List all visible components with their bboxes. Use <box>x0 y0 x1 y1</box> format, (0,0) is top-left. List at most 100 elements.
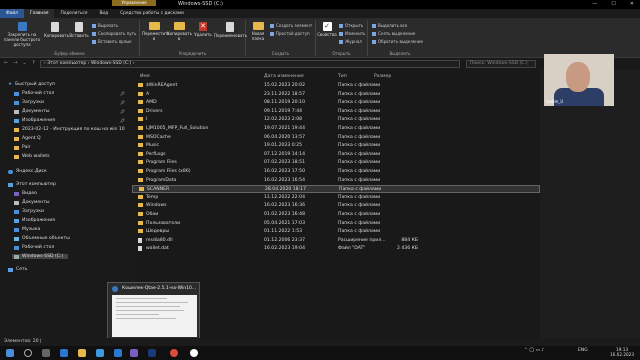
sidebar-item-downloads[interactable]: Загрузки <box>14 100 44 105</box>
webcam-name-label: vadim_U <box>546 99 564 104</box>
search-input[interactable]: Поиск: Windows-SSD (C:) <box>466 60 536 68</box>
tab-file[interactable]: Файл <box>0 9 24 18</box>
delete-button[interactable]: ✕ Удалить <box>193 22 213 37</box>
app-icon[interactable] <box>130 349 138 357</box>
app-icon[interactable] <box>148 349 156 357</box>
new-folder-button[interactable]: Новая папка <box>248 22 268 41</box>
sidebar-item-folder[interactable]: 2023-02-12 - Инструкция по кош на win 10 <box>14 127 125 132</box>
sidebar-item-windows-ssd[interactable]: Windows-SSD (C:) <box>12 254 68 259</box>
download-icon <box>14 209 19 214</box>
table-row[interactable]: msdia80.dll 01.12.2006 23:37 Расширение пр… <box>132 237 540 245</box>
select-all-button[interactable]: Выделить все <box>372 23 407 28</box>
pin-quick-access-button[interactable]: Закрепить на панели быстрого доступа <box>2 22 42 47</box>
column-header-name[interactable]: Имя <box>140 74 150 79</box>
up-arrow-icon[interactable]: ↑ <box>32 60 36 66</box>
minimize-button[interactable]: — <box>592 1 597 7</box>
zoom-icon[interactable] <box>190 349 198 357</box>
sidebar-item-desktop-pc[interactable]: Рабочий стол <box>14 245 54 250</box>
history-button[interactable]: Журнал <box>339 39 362 44</box>
table-row[interactable]: Шедевры 01.11.2022 1:53 Папка с файлами <box>132 228 540 236</box>
sidebar-item-downloads-pc[interactable]: Загрузки <box>14 209 44 214</box>
new-item-button[interactable]: Создать элемент <box>270 23 312 28</box>
sidebar-item-network[interactable]: Сеть <box>8 267 27 272</box>
sidebar-item-documents[interactable]: Документы <box>14 109 50 114</box>
sidebar-item-pictures[interactable]: Изображения <box>14 118 55 123</box>
sidebar-item-desktop[interactable]: Рабочий стол <box>14 91 54 96</box>
sidebar-item-documents-pc[interactable]: Документы <box>14 200 50 205</box>
tab-view[interactable]: Вид <box>93 9 114 18</box>
store-icon[interactable] <box>96 349 104 357</box>
table-row[interactable]: Обои 01.02.2023 16:48 Папка с файлами <box>132 211 540 219</box>
system-clock[interactable]: 19:13 16.02.2023 <box>610 347 634 357</box>
copy-path-button[interactable]: Скопировать путь <box>92 31 136 36</box>
language-indicator[interactable]: ENG <box>578 348 588 353</box>
open-button[interactable]: Открыть <box>339 23 363 28</box>
copy-to-button[interactable]: Копировать в <box>167 22 192 41</box>
forward-arrow-icon[interactable]: → <box>13 60 17 66</box>
table-row[interactable]: MSOCache 06.04.2020 13:57 Папка с файлами <box>132 134 540 142</box>
paste-button[interactable]: Вставить <box>68 22 90 38</box>
group-label-open: Открыть <box>332 51 351 56</box>
table-row[interactable]: A 23.11.2022 18:57 Папка с файлами <box>132 91 540 99</box>
address-field[interactable]: › Этот компьютер › Windows-SSD (C:) › <box>40 60 460 68</box>
select-none-button[interactable]: Снять выделение <box>372 31 415 36</box>
sidebar-item-folder[interactable]: Agent Q <box>14 136 41 141</box>
back-arrow-icon[interactable]: ← <box>4 60 8 66</box>
edit-button[interactable]: Изменить <box>339 31 366 36</box>
table-row[interactable]: Music 19.01.2023 0:25 Папка с файлами <box>132 142 540 150</box>
music-icon <box>14 227 19 232</box>
table-row[interactable]: Пользователи 05.04.2021 17:03 Папка с файл… <box>132 220 540 228</box>
file-date: 07.02.2023 18:51 <box>264 160 306 166</box>
sidebar-item-yandex-disk[interactable]: Яндекс.Диск <box>8 169 47 174</box>
table-row[interactable]: SCANNER 28.04.2020 18:17 Папка с файлами <box>132 185 540 194</box>
table-row[interactable]: ProgramData 16.02.2023 16:54 Папка с файла… <box>132 177 540 185</box>
cut-button[interactable]: Вырезать <box>92 23 118 28</box>
taskbar-thumbnail-preview[interactable]: Кошелек-Qtae-2.5.1-на-Win10... <box>107 282 200 340</box>
tray-icons[interactable]: ⌃ ◯ ▭ ♪ <box>524 348 544 353</box>
sidebar-item-pictures-pc[interactable]: Изображения <box>14 218 55 223</box>
column-header-type[interactable]: Тип <box>338 74 347 79</box>
task-view-icon[interactable] <box>42 349 50 357</box>
start-windows-icon[interactable] <box>6 349 14 357</box>
browser-icon[interactable] <box>114 349 122 357</box>
table-row[interactable]: Temp 11.12.2022 22:04 Папка с файлами <box>132 194 540 202</box>
context-tab-manage[interactable]: Управление <box>112 0 156 6</box>
properties-button[interactable]: ✓ Свойства <box>317 22 337 37</box>
paste-shortcut-button[interactable]: Вставить ярлык <box>92 39 132 44</box>
close-button[interactable]: ✕ <box>630 1 634 7</box>
sidebar-item-folder[interactable]: Pair <box>14 145 31 150</box>
file-explorer-icon[interactable] <box>78 349 86 357</box>
table-row[interactable]: Windows 16.02.2023 16:36 Папка с файлами <box>132 202 540 210</box>
tab-share[interactable]: Поделиться <box>54 9 93 18</box>
sidebar-item-music[interactable]: Музыка <box>14 227 40 232</box>
chevron-down-icon[interactable]: ⌄ <box>22 60 26 66</box>
sidebar-item-folder[interactable]: Web wallets <box>14 154 50 159</box>
column-header-date[interactable]: Дата изменения <box>264 74 304 79</box>
move-to-button[interactable]: Переместить в <box>142 22 170 41</box>
table-row[interactable]: AMD 08.11.2019 20:10 Папка с файлами <box>132 99 540 107</box>
easy-access-button[interactable]: Простой доступ <box>270 31 310 36</box>
table-row[interactable]: Drivers 09.11.2019 7:44 Папка с файлами <box>132 108 540 116</box>
invert-selection-button[interactable]: Обратить выделение <box>372 39 423 44</box>
chrome-icon[interactable] <box>170 349 178 357</box>
column-header-size[interactable]: Размер <box>374 74 391 79</box>
copy-button[interactable]: Копировать <box>44 22 69 38</box>
tab-home[interactable]: Главная <box>23 9 55 18</box>
table-row[interactable]: I 12.02.2023 2:08 Папка с файлами <box>132 116 540 124</box>
edge-icon[interactable] <box>60 349 68 357</box>
table-row[interactable]: Program Files 07.02.2023 18:51 Папка с фай… <box>132 159 540 167</box>
rename-button[interactable]: Переименовать <box>214 22 247 38</box>
sidebar-item-3d-objects[interactable]: Объемные объекты <box>14 236 70 241</box>
table-row[interactable]: $WinREAgent 15.02.2023 20:02 Папка с файла… <box>132 82 540 90</box>
tab-drive-tools[interactable]: Средства работы с дисками <box>114 9 190 18</box>
table-row[interactable]: Program Files (x86) 16.02.2023 17:50 Папка… <box>132 168 540 176</box>
table-row[interactable]: wallet.dat 16.02.2023 19:04 Файл "DAT" 2 43… <box>132 245 540 253</box>
sidebar-item-this-pc[interactable]: Этот компьютер <box>8 182 56 187</box>
table-row[interactable]: PerfLogs 07.12.2019 14:14 Папка с файлами <box>132 151 540 159</box>
maximize-button[interactable]: ☐ <box>611 1 615 7</box>
network-icon <box>8 267 13 272</box>
sidebar-item-quick-access[interactable]: ★ Быстрый доступ <box>8 82 55 87</box>
table-row[interactable]: LJM1005_MFP_Full_Solution 19.07.2021 19:4… <box>132 125 540 133</box>
search-icon[interactable] <box>24 349 32 357</box>
sidebar-item-videos[interactable]: Видео <box>14 191 37 196</box>
